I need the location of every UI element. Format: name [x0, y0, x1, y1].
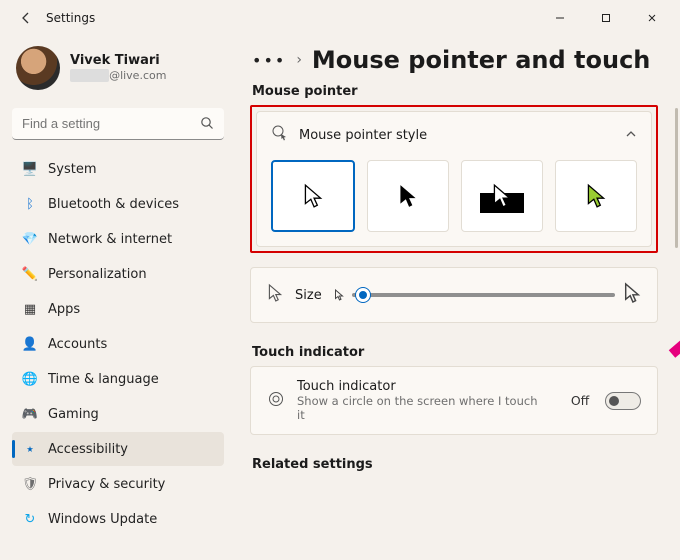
nav-icon: ↻ [22, 512, 38, 527]
touch-indicator-subtitle: Show a circle on the screen where I touc… [297, 394, 547, 422]
sidebar-item-system[interactable]: 🖥️ System [12, 152, 224, 186]
chevron-up-icon [625, 128, 637, 143]
nav-list: 🖥️ System ᛒ Bluetooth & devices 💎 Network & i… [12, 152, 224, 536]
nav-icon: ᛒ [22, 197, 38, 212]
close-button[interactable] [632, 4, 672, 32]
nav-label: Apps [48, 302, 80, 317]
nav-label: Windows Update [48, 512, 157, 527]
annotation-highlight-frame: Mouse pointer style [250, 105, 658, 253]
touch-indicator-title: Touch indicator [297, 379, 547, 394]
pointer-size-row: Size [250, 267, 658, 323]
page-title: Mouse pointer and touch [312, 46, 650, 74]
nav-label: Personalization [48, 267, 147, 282]
touch-icon [267, 390, 285, 412]
pointer-style-inverted[interactable] [461, 160, 543, 232]
nav-icon: 🛡 [22, 477, 38, 492]
nav-label: Network & internet [48, 232, 172, 247]
size-label: Size [295, 288, 322, 303]
window-controls [540, 4, 672, 32]
sidebar: Vivek Tiwari xxxxxx@live.com 🖥️ System ᛒ Bl… [0, 36, 232, 560]
section-label-mouse-pointer: Mouse pointer [252, 84, 658, 99]
breadcrumb-ellipsis[interactable]: ••• [252, 51, 286, 70]
pointer-style-white[interactable] [271, 160, 355, 232]
nav-icon: ▦ [22, 302, 38, 317]
content-area: ••• › Mouse pointer and touch Mouse poin… [232, 36, 680, 560]
sidebar-item-apps[interactable]: ▦ Apps [12, 292, 224, 326]
size-slider[interactable] [352, 293, 615, 297]
size-slider-thumb[interactable] [356, 288, 370, 302]
sidebar-item-time-language[interactable]: 🌐 Time & language [12, 362, 224, 396]
back-button[interactable] [14, 6, 38, 30]
size-max-icon [623, 282, 641, 308]
breadcrumb: ••• › Mouse pointer and touch [252, 46, 658, 74]
nav-label: Bluetooth & devices [48, 197, 179, 212]
touch-indicator-toggle[interactable] [605, 392, 641, 410]
nav-label: Accounts [48, 337, 107, 352]
search-input[interactable] [12, 108, 224, 140]
search-icon [200, 116, 214, 134]
section-label-related: Related settings [252, 457, 658, 472]
pointer-style-group: Mouse pointer style [256, 111, 652, 247]
sidebar-item-accounts[interactable]: 👤 Accounts [12, 327, 224, 361]
touch-indicator-row: Touch indicator Show a circle on the scr… [250, 366, 658, 435]
maximize-button[interactable] [586, 4, 626, 32]
annotation-arrow [662, 274, 680, 364]
sidebar-item-gaming[interactable]: 🎮 Gaming [12, 397, 224, 431]
nav-icon: ⭑ [22, 442, 38, 457]
sidebar-item-accessibility[interactable]: ⭑ Accessibility [12, 432, 224, 466]
nav-label: Accessibility [48, 442, 128, 457]
nav-label: System [48, 162, 96, 177]
user-name: Vivek Tiwari [70, 54, 166, 68]
sidebar-item-windows-update[interactable]: ↻ Windows Update [12, 502, 224, 536]
nav-icon: 🖥️ [22, 162, 38, 177]
size-min-icon [334, 286, 344, 305]
app-title: Settings [46, 11, 95, 25]
sidebar-item-personalization[interactable]: ✏️ Personalization [12, 257, 224, 291]
cursor-icon [267, 283, 283, 307]
pointer-style-icon [271, 124, 289, 146]
breadcrumb-separator: › [296, 52, 302, 68]
pointer-style-custom-color[interactable] [555, 160, 637, 232]
pointer-style-black[interactable] [367, 160, 449, 232]
pointer-style-header[interactable]: Mouse pointer style [257, 112, 651, 154]
search-wrap [12, 108, 224, 140]
nav-icon: 🎮 [22, 407, 38, 422]
nav-icon: 👤 [22, 337, 38, 352]
nav-icon: 💎 [22, 232, 38, 247]
nav-label: Privacy & security [48, 477, 165, 492]
scrollbar[interactable] [675, 108, 678, 248]
section-label-touch-indicator: Touch indicator [252, 345, 658, 360]
nav-label: Gaming [48, 407, 99, 422]
pointer-style-label: Mouse pointer style [299, 128, 615, 143]
nav-icon: 🌐 [22, 372, 38, 387]
pointer-style-options [257, 154, 651, 246]
nav-icon: ✏️ [22, 267, 38, 282]
sidebar-item-network-internet[interactable]: 💎 Network & internet [12, 222, 224, 256]
sidebar-item-privacy-security[interactable]: 🛡 Privacy & security [12, 467, 224, 501]
avatar [16, 46, 60, 90]
user-account-row[interactable]: Vivek Tiwari xxxxxx@live.com [12, 40, 224, 104]
nav-label: Time & language [48, 372, 159, 387]
touch-indicator-state: Off [571, 393, 589, 408]
sidebar-item-bluetooth-devices[interactable]: ᛒ Bluetooth & devices [12, 187, 224, 221]
user-email: xxxxxx@live.com [70, 69, 166, 82]
minimize-button[interactable] [540, 4, 580, 32]
titlebar: Settings [0, 0, 680, 36]
